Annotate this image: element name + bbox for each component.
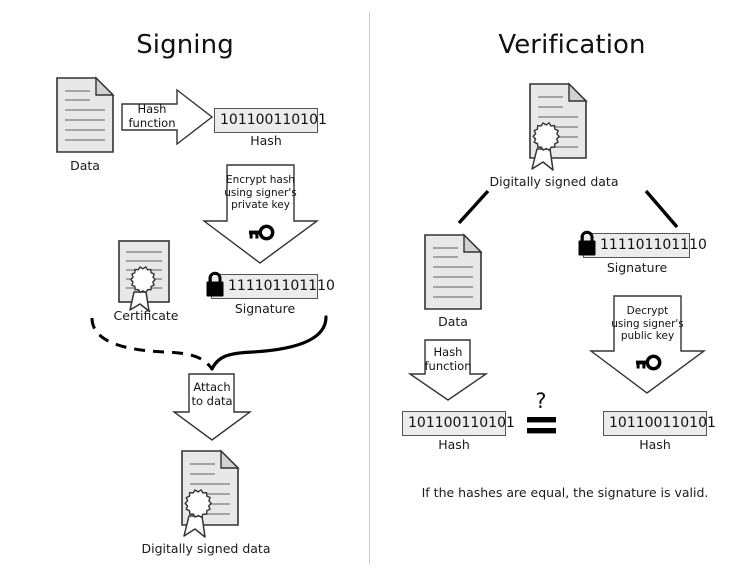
hash-fn-line1: Hash	[433, 345, 463, 359]
seal-icon	[532, 122, 560, 151]
verification-hash-right-label: Hash	[639, 437, 671, 452]
signing-hash-function-text: Hash function	[113, 102, 191, 130]
signing-encrypt-text: Encrypt hash using signer's private key	[221, 174, 300, 212]
verification-hash-function-arrow: Hash function	[407, 339, 489, 401]
decrypt-line3: public key	[620, 330, 675, 342]
verification-signature-label: Signature	[606, 260, 668, 275]
decrypt-line2: using signer's	[611, 317, 684, 330]
attach-line2: to data	[191, 393, 233, 408]
verification-hash-function-text: Hash function	[409, 345, 487, 373]
padlock-icon	[204, 271, 226, 299]
seal-icon	[184, 489, 212, 518]
signing-signed-data-label: Digitally signed data	[141, 541, 271, 556]
verification-decrypt-text: Decrypt using signer's public key	[608, 305, 687, 343]
verification-hash-left-box: 101100110101	[402, 411, 515, 436]
signing-connector-curves	[85, 315, 335, 372]
hash-fn-line2: function	[424, 358, 472, 373]
signing-encrypt-arrow: Encrypt hash using signer's private key	[201, 164, 320, 264]
hash-fn-line2: function	[128, 115, 176, 130]
signing-hash-box: 101100110101	[214, 108, 327, 133]
signing-attach-text: Attach to data	[177, 380, 247, 408]
signing-panel-title: Signing	[136, 30, 234, 60]
signing-hash-function-arrow: Hash function	[121, 88, 214, 146]
encrypt-line2: using signer's	[224, 186, 297, 199]
signing-hash-label: Hash	[250, 133, 282, 148]
signing-certificate-icon	[118, 240, 174, 312]
verification-signature-box: 111101101110	[583, 233, 707, 258]
signing-data-label: Data	[70, 158, 100, 173]
signing-signature-box: 111101101110	[211, 274, 335, 299]
hash-fn-line1: Hash	[137, 102, 167, 116]
signing-signature-label: Signature	[234, 301, 296, 316]
verification-panel-title: Verification	[498, 30, 646, 60]
verification-decrypt-arrow: Decrypt using signer's public key	[588, 295, 707, 394]
verification-signed-data-document	[518, 82, 590, 171]
panel-divider	[369, 12, 371, 564]
verification-data-label: Data	[438, 314, 468, 329]
padlock-icon	[576, 230, 598, 258]
verification-hash-left-label: Hash	[438, 437, 470, 452]
seal-icon	[130, 266, 156, 294]
verification-signed-data-label: Digitally signed data	[489, 174, 619, 189]
attach-line1: Attach	[193, 380, 231, 394]
verification-conclusion-text: If the hashes are equal, the signature i…	[421, 485, 709, 500]
encrypt-line1: Encrypt hash	[226, 174, 295, 186]
signing-signed-data-document	[170, 449, 242, 538]
compare-equals-sign	[527, 416, 557, 436]
encrypt-line3: private key	[231, 199, 290, 211]
decrypt-line1: Decrypt	[626, 305, 669, 317]
verification-hash-right-box: 101100110101	[603, 411, 716, 436]
verification-data-document	[424, 233, 483, 310]
signing-attach-arrow: Attach to data	[171, 373, 253, 441]
signing-data-document	[56, 76, 115, 153]
compare-question-mark: ?	[535, 389, 547, 413]
